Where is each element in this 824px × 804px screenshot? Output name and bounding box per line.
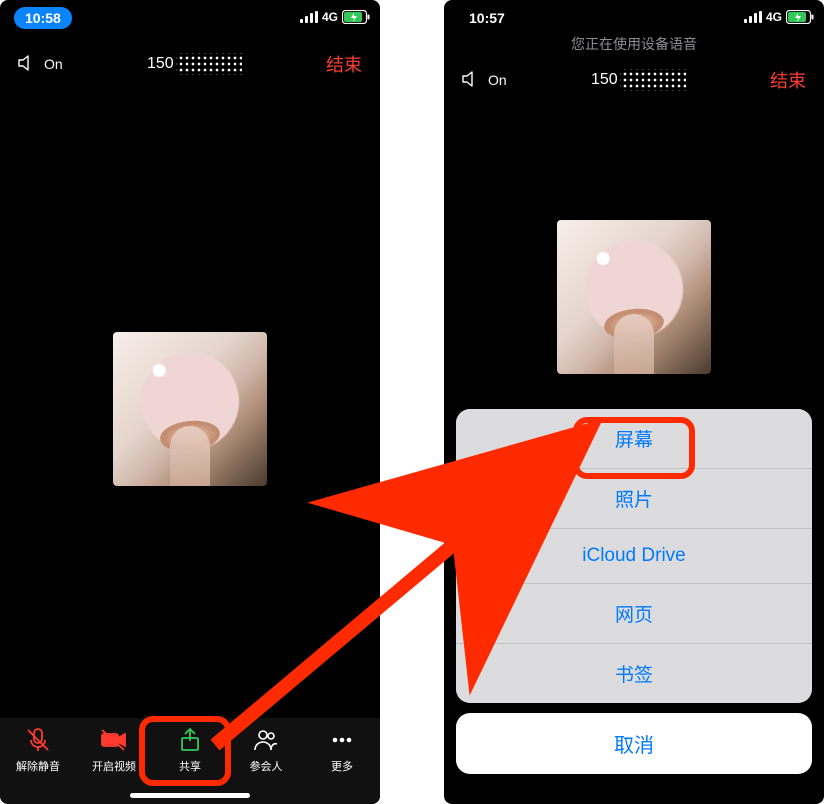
sheet-item-screen[interactable]: 屏幕 — [456, 409, 812, 469]
participants-label: 参会人 — [250, 758, 283, 774]
share-label: 共享 — [179, 758, 201, 774]
home-indicator[interactable] — [574, 793, 694, 798]
status-right: 4G — [300, 10, 370, 24]
speaker-icon — [18, 54, 38, 75]
action-sheet: 屏幕 照片 iCloud Drive 网页 书签 取消 — [444, 397, 824, 804]
speaker-icon — [462, 70, 482, 91]
start-video-button[interactable]: 开启视频 — [76, 726, 152, 774]
end-call-button[interactable]: 结束 — [770, 67, 806, 93]
sheet-item-icloud[interactable]: iCloud Drive — [456, 529, 812, 584]
call-number: 150 — [591, 69, 686, 91]
sheet-item-bookmark[interactable]: 书签 — [456, 644, 812, 703]
video-area — [0, 100, 380, 718]
network-label: 4G — [322, 10, 338, 24]
battery-charging-icon — [786, 10, 814, 24]
participant-thumbnail[interactable] — [557, 220, 711, 374]
speaker-label: On — [488, 72, 507, 88]
signal-icon — [744, 11, 762, 23]
status-time: 10:57 — [458, 7, 516, 29]
redacted-block — [620, 69, 686, 91]
redacted-block — [176, 53, 242, 75]
status-bar: 10:57 4G — [444, 0, 824, 34]
call-number: 150 — [147, 53, 242, 75]
battery-charging-icon — [342, 10, 370, 24]
call-number-prefix: 150 — [591, 71, 618, 89]
start-video-label: 开启视频 — [92, 758, 136, 774]
sheet-cancel-button[interactable]: 取消 — [456, 713, 812, 774]
end-call-button[interactable]: 结束 — [326, 51, 362, 77]
right-phone: 10:57 4G 您正在使用设备语音 On 150 结束 屏幕 照片 — [444, 0, 824, 804]
more-label: 更多 — [331, 758, 353, 774]
participant-thumbnail[interactable] — [113, 332, 267, 486]
status-time-pill: 10:58 — [14, 7, 72, 29]
more-button[interactable]: 更多 — [304, 726, 380, 774]
call-number-prefix: 150 — [147, 55, 174, 73]
action-sheet-list: 屏幕 照片 iCloud Drive 网页 书签 — [456, 409, 812, 703]
call-bar: On 150 结束 — [444, 56, 824, 104]
unmute-button[interactable]: 解除静音 — [0, 726, 76, 774]
share-button[interactable]: 共享 — [152, 726, 228, 774]
speaker-label: On — [44, 56, 63, 72]
network-label: 4G — [766, 10, 782, 24]
participants-button[interactable]: 参会人 — [228, 726, 304, 774]
sheet-item-photo[interactable]: 照片 — [456, 469, 812, 529]
tab-bar: 解除静音 开启视频 共享 参会人 更多 — [0, 718, 380, 804]
audio-subtitle: 您正在使用设备语音 — [444, 34, 824, 56]
sheet-item-webpage[interactable]: 网页 — [456, 584, 812, 644]
signal-icon — [300, 11, 318, 23]
speaker-toggle[interactable]: On — [462, 70, 507, 91]
speaker-toggle[interactable]: On — [18, 54, 63, 75]
left-phone: 10:58 4G On 150 结束 解除静音 — [0, 0, 380, 804]
status-bar: 10:58 4G — [0, 0, 380, 34]
status-right: 4G — [744, 10, 814, 24]
unmute-label: 解除静音 — [16, 758, 60, 774]
home-indicator[interactable] — [130, 793, 250, 798]
call-bar: On 150 结束 — [0, 34, 380, 94]
